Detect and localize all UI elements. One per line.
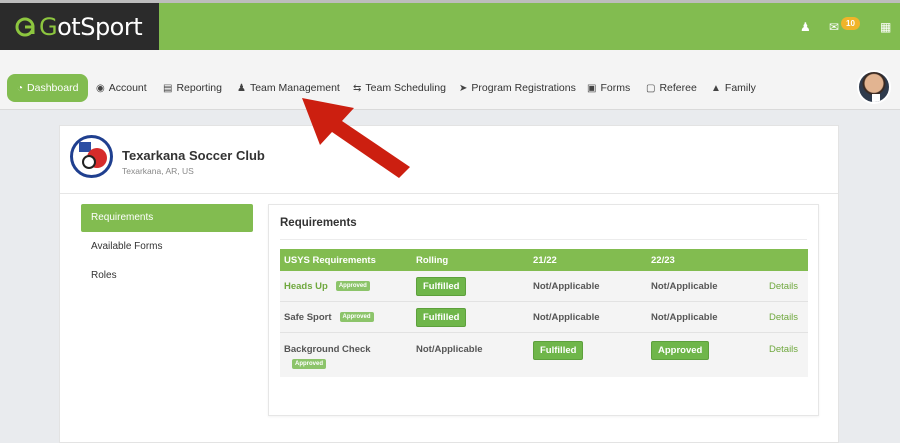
nav-label: Program Registrations bbox=[471, 82, 576, 94]
requirements-table: USYS Requirements Rolling 21/22 22/23 He… bbox=[280, 249, 808, 377]
account-icon: ◉ bbox=[96, 82, 105, 94]
col-header: 22/23 bbox=[651, 254, 675, 266]
nav-label: Team Scheduling bbox=[365, 82, 446, 94]
table-row: Safe Sport Approved Fulfilled Not/Applic… bbox=[280, 302, 808, 333]
status-text: Not/Applicable bbox=[533, 280, 600, 292]
file-icon: ▣ bbox=[587, 82, 597, 94]
paper-plane-icon: ➤ bbox=[459, 82, 468, 94]
details-link[interactable]: Details bbox=[769, 271, 798, 301]
details-link[interactable]: Details bbox=[769, 333, 798, 377]
nav-reporting[interactable]: ▤ Reporting bbox=[163, 74, 222, 102]
status-badge: Fulfilled bbox=[416, 276, 467, 296]
details-link[interactable]: Details bbox=[769, 302, 798, 332]
requirement-name: Safe Sport bbox=[284, 311, 332, 323]
status-text: Not/Applicable bbox=[416, 344, 483, 355]
notification-badge: 10 bbox=[841, 17, 860, 30]
requirement-name-link[interactable]: Heads Up bbox=[284, 281, 328, 292]
status-badge: Approved bbox=[651, 341, 710, 360]
nav-forms[interactable]: ▣ Forms bbox=[587, 74, 630, 102]
approved-tag: Approved bbox=[339, 312, 374, 322]
nav-label: Dashboard bbox=[27, 82, 79, 94]
swap-icon: ⇆ bbox=[353, 82, 362, 94]
col-header: USYS Requirements bbox=[284, 254, 376, 266]
approved-tag: Approved bbox=[292, 359, 327, 369]
club-sidebar: Requirements Available Forms Roles bbox=[81, 204, 253, 291]
nav-label: Team Management bbox=[249, 82, 340, 94]
sidebar-item-roles[interactable]: Roles bbox=[81, 262, 253, 290]
document-icon: ▤ bbox=[163, 82, 173, 94]
col-header: Rolling bbox=[416, 254, 449, 266]
table-row: Heads Up Approved Fulfilled Not/Applicab… bbox=[280, 271, 808, 302]
main-nav: ◔ Dashboard ◉ Account ▤ Reporting ♟ Team… bbox=[0, 50, 900, 110]
sitemap-icon: ▲ bbox=[711, 82, 721, 94]
nav-account[interactable]: ◉ Account bbox=[96, 74, 147, 102]
grid-menu-icon[interactable]: ▦ bbox=[880, 20, 891, 34]
calendar-icon: ▢ bbox=[646, 82, 656, 94]
nav-dashboard[interactable]: ◔ Dashboard bbox=[7, 74, 89, 102]
nav-label: Family bbox=[724, 82, 756, 94]
club-crest-logo bbox=[70, 135, 113, 178]
panel-title: Requirements bbox=[280, 217, 357, 229]
mail-icon[interactable]: ✉ bbox=[829, 20, 839, 34]
status-text: Not/Applicable bbox=[651, 311, 718, 323]
table-header: USYS Requirements Rolling 21/22 22/23 bbox=[280, 249, 808, 271]
nav-label: Referee bbox=[659, 82, 697, 94]
logo-text: GotSport bbox=[39, 12, 143, 41]
club-location: Texarkana, AR, US bbox=[122, 166, 194, 176]
col-header: 21/22 bbox=[533, 254, 557, 266]
nav-program-registrations[interactable]: ➤ Program Registrations bbox=[459, 74, 576, 102]
nav-referee[interactable]: ▢ Referee bbox=[646, 74, 697, 102]
requirements-panel: Requirements USYS Requirements Rolling 2… bbox=[268, 204, 819, 416]
status-text: Not/Applicable bbox=[533, 311, 600, 323]
sidebar-item-available-forms[interactable]: Available Forms bbox=[81, 233, 253, 261]
nav-label: Reporting bbox=[176, 82, 222, 94]
users-icon: ♟ bbox=[237, 82, 246, 94]
nav-label: Forms bbox=[600, 82, 631, 94]
avatar[interactable] bbox=[857, 70, 891, 104]
nav-family[interactable]: ▲ Family bbox=[711, 74, 756, 102]
user-icon[interactable]: ♟ bbox=[800, 20, 811, 34]
club-card: Texarkana Soccer Club Texarkana, AR, US … bbox=[59, 125, 839, 443]
dashboard-icon: ◔ bbox=[17, 82, 24, 94]
nav-label: Account bbox=[108, 82, 147, 94]
red-arrow-annotation bbox=[302, 98, 410, 178]
club-name: Texarkana Soccer Club bbox=[122, 148, 265, 163]
approved-tag: Approved bbox=[335, 281, 370, 291]
logo-mark-icon bbox=[15, 17, 35, 36]
gotsport-logo[interactable]: GotSport bbox=[0, 3, 159, 50]
table-row: Background Check Approved Not/Applicable… bbox=[280, 333, 808, 377]
status-text: Not/Applicable bbox=[651, 280, 718, 292]
sidebar-item-requirements[interactable]: Requirements bbox=[81, 204, 253, 232]
status-badge: Fulfilled bbox=[533, 341, 584, 360]
club-header: Texarkana Soccer Club Texarkana, AR, US bbox=[60, 126, 838, 194]
divider bbox=[280, 239, 807, 240]
requirement-name: Background Check bbox=[284, 344, 371, 355]
top-bar: GotSport ♟ ✉ 10 ▦ bbox=[0, 0, 900, 50]
status-badge: Fulfilled bbox=[416, 307, 467, 327]
